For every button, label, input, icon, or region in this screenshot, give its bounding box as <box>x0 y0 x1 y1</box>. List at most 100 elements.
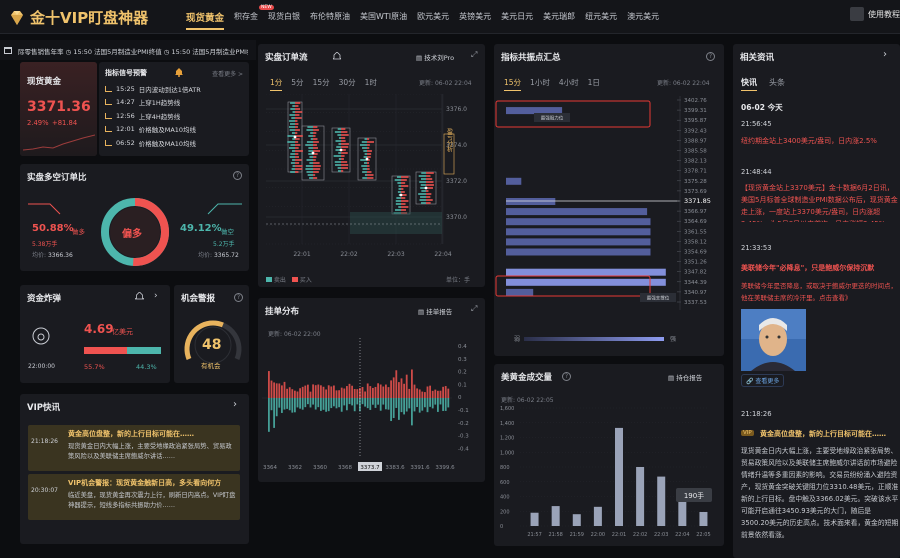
bid-bar <box>320 385 322 398</box>
resonance-chart[interactable]: 3402.76 3399.31 3395.87 3392.43 3388.97 3385.… <box>494 96 724 356</box>
nav-tab[interactable]: 美国WTI原油 <box>360 11 407 30</box>
signal-more-link[interactable]: 查看更多 > <box>212 69 243 78</box>
x-tick: 3373.7 <box>360 465 380 471</box>
volume-bar <box>657 476 666 526</box>
timeframe-tab[interactable]: 1时 <box>365 77 377 91</box>
level-label: 3371.85 <box>684 197 711 205</box>
news-item[interactable]: 美联储今年是否降息，或取决于鲍威尔更迭的时间点，他在美联储主席的冷汗里。点击查看… <box>741 280 899 306</box>
bell-icon[interactable] <box>175 68 183 77</box>
bell-icon[interactable] <box>333 52 341 61</box>
sell-volume-bar <box>361 165 367 167</box>
news-item[interactable]: 【现货黄金站上3370美元】金十数据6月2日讯，美国5月标普全球制造业PMI数据… <box>741 182 899 222</box>
news-portrait-image[interactable] <box>741 309 806 371</box>
sell-volume-bar <box>395 203 401 205</box>
ticker-text[interactable]: 际零售销售年率 ◷ 15:50 法国5月制造业PMI终值 ◷ 15:50 法国5… <box>18 46 248 56</box>
buy-volume-bar <box>313 174 316 176</box>
news-tab-flash[interactable]: 快讯 <box>741 77 757 91</box>
y-tick: 600 <box>500 480 510 486</box>
ask-bar <box>314 398 317 410</box>
gold-price-card[interactable]: 现货黄金 3371.36 2.49% +81.84 <box>20 62 97 156</box>
signal-item[interactable]: 06:52 价格触及MA10均线 <box>105 136 245 150</box>
app-logo[interactable]: 金十VIP盯盘神器 <box>8 7 148 28</box>
nav-tab[interactable]: 美元日元 <box>501 11 533 30</box>
news-item[interactable]: 现货黄金日内大幅上涨，主要受地缘政治紧张局势、贸易政策风险以及美联储主席鲍威尔讲… <box>741 445 899 543</box>
signal-item[interactable]: 15:25 日内波动到达1倍ATR <box>105 82 245 96</box>
depth-vendor[interactable]: ▤ 挂单报告 <box>418 306 452 316</box>
help-icon[interactable]: ? <box>233 171 242 180</box>
bid-bar <box>366 383 369 398</box>
bid-bar <box>340 387 343 398</box>
timeframe-tab[interactable]: 1分 <box>270 77 283 91</box>
opportunity-label: 有机会 <box>201 362 221 370</box>
nav-tab[interactable]: 美元瑞郎 <box>543 11 575 30</box>
ask-bar <box>395 398 398 408</box>
sell-volume-bar <box>420 196 426 198</box>
volume-vendor[interactable]: ▤ 持仓报告 <box>668 372 702 382</box>
sell-volume-bar <box>290 102 295 104</box>
depth-chart[interactable]: 0.4 0.3 0.2 0.1 0 -0.1 -0.2 -0.3 -0.4 3364 3362 336… <box>262 338 482 478</box>
news-item-title[interactable]: 美联储今年"必降息"，只是鲍威尔保持沉默 <box>741 262 899 275</box>
nav-tab[interactable]: 欧元美元 <box>417 11 449 30</box>
expand-icon[interactable]: ⤢ <box>471 304 477 314</box>
buy-volume-bar <box>426 172 434 174</box>
timeframe-tab[interactable]: 15分 <box>504 77 522 91</box>
vip-news-item[interactable]: 21:18:26 黄金高位盘整，新的上行目标可能在…… 现货黄金日内大幅上涨，主… <box>28 425 240 471</box>
help-icon[interactable]: ? <box>706 52 715 61</box>
nav-tab[interactable]: 澳元美元 <box>627 11 659 30</box>
timeframe-tab[interactable]: 4小时 <box>559 77 579 91</box>
news-item-title[interactable]: 黄金高位盘整，新的上行目标可能在…… <box>760 428 899 441</box>
nav-tab[interactable]: 布伦特原油 <box>310 11 350 30</box>
signal-item[interactable]: 14:27 上穿1H趋势线 <box>105 96 245 110</box>
order-flow-vendor[interactable]: ▤ 技术刘Pro <box>416 52 454 62</box>
x-tick: 22:01 <box>612 532 626 538</box>
tutorial-button[interactable]: 使用教程 <box>850 7 900 21</box>
news-time: 21:48:44 <box>741 168 772 176</box>
level-label: 3366.97 <box>684 209 707 215</box>
buy-volume-bar <box>341 143 349 145</box>
order-flow-chart[interactable]: 3376.03374.03372.03370.022:01 22:02 22:03 2… <box>266 94 480 269</box>
buy-volume-bar <box>295 123 299 125</box>
link-icon: 🔗 <box>746 378 754 385</box>
order-flow-title: 实盘订单流 <box>265 53 308 63</box>
sell-volume-bar <box>359 144 367 146</box>
vip-news-item[interactable]: 20:30:07 VIP机会警报：现货黄金触新日高，多头看向何方 临近美盘，现货… <box>28 474 240 520</box>
buy-volume-bar <box>341 128 346 130</box>
timeframe-tab[interactable]: 1日 <box>588 77 600 91</box>
nav-tab[interactable]: 现货白银 <box>268 11 300 30</box>
sell-volume-bar <box>289 114 295 116</box>
sell-volume-bar <box>338 137 341 139</box>
ask-bar <box>390 398 392 422</box>
bell-icon[interactable] <box>135 292 144 301</box>
signal-item[interactable]: 12:56 上穿4H趋势线 <box>105 109 245 123</box>
volume-chart[interactable]: 1,600 1,400 1,200 1,000 800 600 400 200 0 21:57 21… <box>494 404 724 546</box>
sell-volume-bar <box>335 140 341 142</box>
sell-volume-bar <box>395 209 401 211</box>
nav-tab[interactable]: 积存金 <box>234 11 258 30</box>
timeframe-tab[interactable]: 30分 <box>339 77 356 91</box>
signal-alert-panel: 指标信号预警 查看更多 > 15:25 日内波动到达1倍ATR 14:27 上穿1H趋… <box>99 62 249 156</box>
timeframe-tab[interactable]: 15分 <box>313 77 330 91</box>
nav-tab[interactable]: 现货黄金 <box>186 10 225 30</box>
signal-time: 12:01 <box>116 125 135 134</box>
expand-icon[interactable]: ⤢ <box>471 50 477 60</box>
chevron-right-icon[interactable]: › <box>154 291 158 301</box>
timeframe-tab[interactable]: 5分 <box>291 77 303 91</box>
nav-tab[interactable]: 纽元美元 <box>585 11 617 30</box>
timeframe-tab[interactable]: 1小时 <box>530 77 550 91</box>
ask-bar <box>366 398 369 409</box>
help-icon[interactable]: ? <box>234 293 243 302</box>
help-icon[interactable]: ? <box>562 372 571 381</box>
ask-bar <box>346 398 348 411</box>
signal-item[interactable]: 12:01 价格触及MA10均线 <box>105 123 245 137</box>
nav-tab[interactable]: 英镑美元 <box>459 11 491 30</box>
trend-icon <box>105 139 112 146</box>
news-more-link[interactable]: 🔗 查看更多 <box>741 374 785 387</box>
news-item[interactable]: 纽约期金站上3400美元/盎司，日内涨2.5% <box>741 135 899 149</box>
ask-bar <box>424 398 426 408</box>
gold-price: 3371.36 <box>27 99 91 115</box>
chevron-right-icon[interactable]: › <box>233 399 237 410</box>
level-label: 3382.13 <box>684 159 707 165</box>
news-tab-headline[interactable]: 头条 <box>769 77 785 88</box>
buy-volume-bar <box>341 158 344 160</box>
chevron-right-icon[interactable]: › <box>883 49 887 60</box>
